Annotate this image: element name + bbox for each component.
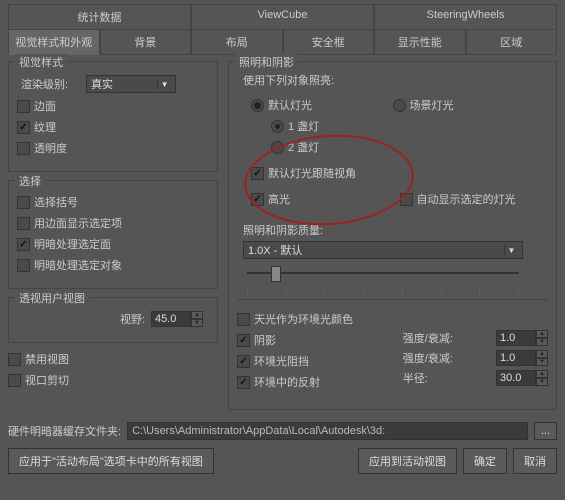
group-select-title: 选择 xyxy=(15,173,45,189)
cb-face[interactable] xyxy=(17,100,30,113)
group-select: 选择 选择括号 用边面显示选定项 明暗处理选定面 明暗处理选定对象 xyxy=(8,180,218,289)
chevron-down-icon: ▼ xyxy=(157,80,171,89)
fov-label: 视野: xyxy=(120,311,145,327)
tab-visual-style[interactable]: 视觉样式和外观 xyxy=(8,29,100,55)
group-perspective-title: 透视用户视图 xyxy=(15,290,89,306)
cancel-button[interactable]: 取消 xyxy=(513,448,557,474)
tab-display-perf[interactable]: 显示性能 xyxy=(374,29,466,55)
rb-one-light[interactable] xyxy=(271,120,284,133)
tab-background[interactable]: 背景 xyxy=(100,29,192,55)
tab-statistics[interactable]: 统计数据 xyxy=(8,4,191,30)
lbl-env-refl: 环境中的反射 xyxy=(254,374,320,390)
lbl-sel-bracket: 选择括号 xyxy=(34,194,78,210)
rb-default-light[interactable] xyxy=(251,99,264,112)
quality-slider[interactable] xyxy=(243,263,523,287)
lbl-disable-view: 禁用视图 xyxy=(25,351,69,367)
intensity2-input[interactable]: 1.0 xyxy=(496,350,536,366)
radius-input[interactable]: 30.0 xyxy=(496,370,536,386)
cb-sky-env[interactable] xyxy=(237,313,250,326)
cb-disable-view[interactable] xyxy=(8,353,21,366)
cb-highlight[interactable] xyxy=(251,193,264,206)
intensity1-spin-down[interactable]: ▼ xyxy=(536,338,548,346)
radius-spin-up[interactable]: ▲ xyxy=(536,370,548,378)
tab-steeringwheels[interactable]: SteeringWheels xyxy=(374,4,557,30)
slider-thumb[interactable] xyxy=(271,266,281,282)
cb-ao[interactable] xyxy=(237,355,250,368)
browse-button[interactable]: ... xyxy=(534,422,557,440)
radius-label: 半径: xyxy=(403,370,428,386)
use-light-label: 使用下列对象照亮: xyxy=(243,72,548,88)
tab-viewcube[interactable]: ViewCube xyxy=(191,4,374,30)
cb-env-refl[interactable] xyxy=(237,376,250,389)
quality-dropdown[interactable]: 1.0X - 默认 ▼ xyxy=(243,241,523,259)
rb-two-light[interactable] xyxy=(271,141,284,154)
quality-value: 1.0X - 默认 xyxy=(248,242,302,258)
render-level-label: 渲染级别: xyxy=(21,76,68,92)
lbl-sky-env: 天光作为环境光颜色 xyxy=(254,311,353,327)
lbl-one-light: 1 盏灯 xyxy=(288,118,319,134)
group-visual-style: 视觉样式 渲染级别: 真实 ▼ 边面 纹理 透明度 xyxy=(8,61,218,172)
cb-sel-shade-face[interactable] xyxy=(17,238,30,251)
lbl-sel-shade-face: 明暗处理选定面 xyxy=(34,236,111,252)
intensity2-spin-up[interactable]: ▲ xyxy=(536,350,548,358)
lbl-default-light: 默认灯光 xyxy=(268,97,312,113)
lbl-sel-edge: 用边面显示选定项 xyxy=(34,215,122,231)
rb-scene-light[interactable] xyxy=(393,99,406,112)
cb-texture[interactable] xyxy=(17,121,30,134)
intensity2-label: 强度/衰减: xyxy=(403,350,453,366)
lbl-face: 边面 xyxy=(34,98,56,114)
buffer-label: 硬件明暗器缓存文件夹: xyxy=(8,423,121,439)
lbl-sel-shade-obj: 明暗处理选定对象 xyxy=(34,257,122,273)
cb-sel-bracket[interactable] xyxy=(17,196,30,209)
chevron-down-icon: ▼ xyxy=(504,246,518,255)
lbl-track-view: 默认灯光跟随视角 xyxy=(268,165,356,181)
lbl-viewport-clip: 视口剪切 xyxy=(25,372,69,388)
lbl-shadow: 阴影 xyxy=(254,332,276,348)
buffer-path-field[interactable]: C:\Users\Administrator\AppData\Local\Aut… xyxy=(127,422,528,440)
cb-sel-edge[interactable] xyxy=(17,217,30,230)
intensity1-label: 强度/衰减: xyxy=(403,330,453,346)
lbl-transparency: 透明度 xyxy=(34,140,67,156)
group-visual-style-title: 视觉样式 xyxy=(15,54,67,70)
apply-active-button[interactable]: 应用到活动视图 xyxy=(358,448,457,474)
fov-spin-up[interactable]: ▲ xyxy=(191,311,203,319)
lbl-auto-show-sel-light: 自动显示选定的灯光 xyxy=(417,191,516,207)
group-perspective: 透视用户视图 视野: 45.0 ▲ ▼ xyxy=(8,297,218,343)
intensity2-spin-down[interactable]: ▼ xyxy=(536,358,548,366)
render-level-dropdown[interactable]: 真实 ▼ xyxy=(86,75,176,93)
lbl-texture: 纹理 xyxy=(34,119,56,135)
lbl-scene-light: 场景灯光 xyxy=(410,97,454,113)
tab-safeframe[interactable]: 安全框 xyxy=(283,29,375,55)
cb-auto-show-sel-light[interactable] xyxy=(400,193,413,206)
group-lighting-title: 照明和阴影 xyxy=(235,54,298,70)
radius-spin-down[interactable]: ▼ xyxy=(536,378,548,386)
group-lighting: 照明和阴影 使用下列对象照亮: 默认灯光 1 盏灯 2 盏灯 场景灯光 默认灯光… xyxy=(228,61,557,410)
quality-label: 照明和阴影质量: xyxy=(243,222,548,238)
lbl-ao: 环境光阻挡 xyxy=(254,353,309,369)
fov-spin-down[interactable]: ▼ xyxy=(191,319,203,327)
fov-input[interactable]: 45.0 xyxy=(151,311,191,327)
cb-transparency[interactable] xyxy=(17,142,30,155)
tab-layout[interactable]: 布局 xyxy=(191,29,283,55)
cb-shadow[interactable] xyxy=(237,334,250,347)
lbl-two-light: 2 盏灯 xyxy=(288,139,319,155)
intensity1-spin-up[interactable]: ▲ xyxy=(536,330,548,338)
apply-all-button[interactable]: 应用于"活动布局"选项卡中的所有视图 xyxy=(8,448,214,474)
ok-button[interactable]: 确定 xyxy=(463,448,507,474)
lbl-highlight: 高光 xyxy=(268,191,290,207)
intensity1-input[interactable]: 1.0 xyxy=(496,330,536,346)
cb-viewport-clip[interactable] xyxy=(8,374,21,387)
cb-track-view[interactable] xyxy=(251,167,264,180)
render-level-value: 真实 xyxy=(91,76,113,92)
tab-region[interactable]: 区域 xyxy=(466,29,558,55)
cb-sel-shade-obj[interactable] xyxy=(17,259,30,272)
tabrow-bottom: 视觉样式和外观 背景 布局 安全框 显示性能 区域 xyxy=(8,29,557,55)
tabrow-top: 统计数据 ViewCube SteeringWheels xyxy=(8,4,557,30)
